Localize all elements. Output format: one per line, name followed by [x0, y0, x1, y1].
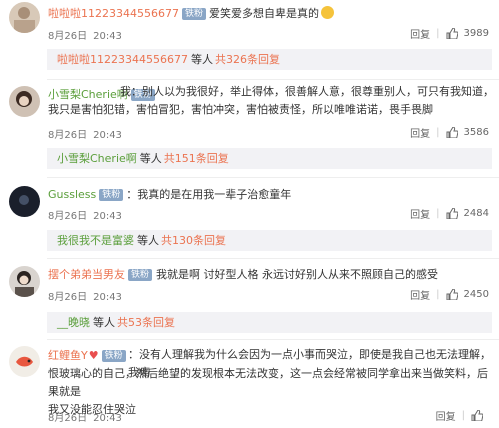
comment-date: 8月26日: [48, 211, 88, 222]
comment-date: 8月26日: [48, 292, 88, 303]
comment-2: 小雪梨Cherie啊 铁粉 我：别人以为我很好，举止得体，很善解人意，很尊重别人，…: [0, 82, 499, 177]
reply-button[interactable]: 回复: [436, 408, 456, 423]
reply-user[interactable]: 我很我不是富婆: [57, 234, 134, 247]
reply-button[interactable]: 回复: [410, 206, 430, 221]
username[interactable]: 小雪梨Cherie啊: [48, 88, 128, 101]
username[interactable]: 啦啦啦11223344556677: [48, 7, 179, 20]
thumbs-up-icon[interactable]: [471, 410, 483, 421]
reply-count-link[interactable]: 共326条回复: [215, 53, 280, 66]
comment-3: Gussless 铁粉 ：我真的是在用我一辈子治愈童年 8月26日 20:43 回复 |…: [0, 180, 499, 258]
avatar[interactable]: [9, 2, 40, 33]
comment-date: 8月26日: [48, 130, 88, 141]
reply-count-link[interactable]: 共130条回复: [161, 234, 226, 247]
fan-badge: 铁粉: [128, 269, 153, 281]
thumbs-up-icon[interactable]: [446, 28, 458, 39]
comment-time: 20:43: [93, 413, 122, 424]
reply-count-link[interactable]: 共151条回复: [164, 152, 229, 165]
divider: [47, 79, 499, 80]
reply-summary[interactable]: 小雪梨Cherie啊 等人 共151条回复: [47, 148, 492, 169]
comment-time: 20:43: [93, 130, 122, 141]
comment-text: ：我真的是在用我一辈子治愈童年: [126, 188, 292, 201]
like-count: 2450: [463, 289, 489, 300]
reply-summary[interactable]: 啦啦啦11223344556677 等人 共326条回复: [47, 49, 492, 70]
thumbs-up-icon[interactable]: [446, 289, 458, 300]
fan-badge: 铁粉: [99, 189, 124, 201]
avatar[interactable]: [9, 86, 40, 117]
comment-text-cont: 我只是害怕犯错，害怕冒犯，害怕冲突，害怕被责怪，所以唯唯诺诺，畏手畏脚: [48, 103, 433, 116]
avatar[interactable]: [9, 346, 40, 377]
reply-mid: 等人: [190, 53, 213, 66]
username[interactable]: 摆个弟弟当男友: [48, 268, 125, 281]
divider: [47, 258, 499, 259]
thumbs-up-icon[interactable]: [446, 127, 458, 138]
comment-date: 8月26日: [48, 31, 88, 42]
reply-user[interactable]: __晚晓: [57, 316, 90, 329]
fan-badge: 铁粉: [181, 8, 206, 20]
reply-button[interactable]: 回复: [410, 287, 430, 302]
comment-date: 8月26日: [48, 413, 88, 424]
reply-mid: 等人: [93, 316, 115, 329]
reply-summary[interactable]: 我很我不是富婆 等人 共130条回复: [47, 230, 492, 251]
comment-time: 20:43: [93, 292, 122, 303]
comment-time: 20:43: [93, 211, 122, 222]
reply-button[interactable]: 回复: [410, 26, 430, 41]
reply-count-link[interactable]: 共53条回复: [117, 316, 175, 329]
thinking-emoji-icon: [321, 6, 334, 19]
comment-time: 20:43: [93, 31, 122, 42]
reply-mid: 等人: [139, 152, 162, 165]
thumbs-up-icon[interactable]: [446, 208, 458, 219]
comment-1: 啦啦啦11223344556677 铁粉 爱笑爱多想自卑是真的 8月26日 20:43…: [0, 0, 499, 82]
fan-badge: 铁粉: [101, 350, 126, 362]
divider: [47, 339, 499, 340]
like-count: 3586: [463, 127, 489, 138]
reply-user[interactable]: 啦啦啦11223344556677: [57, 53, 188, 66]
reply-mid: 等人: [137, 234, 159, 247]
reply-user[interactable]: 小雪梨Cherie啊: [57, 152, 137, 165]
like-count: 3989: [463, 28, 489, 39]
avatar[interactable]: [9, 266, 40, 297]
username[interactable]: 红鲤鱼Y: [48, 349, 88, 362]
reply-button[interactable]: 回复: [410, 125, 430, 140]
comment-text: 我就是啊 讨好型人格 永远讨好别人从来不照顾自己的感受: [156, 268, 439, 281]
divider: [47, 177, 499, 178]
comment-4: 摆个弟弟当男友 铁粉 我就是啊 讨好型人格 永远讨好别人从来不照顾自己的感受 8月2…: [0, 260, 499, 340]
comment-text: 爱笑爱多想自卑是真的: [209, 7, 319, 20]
comment-text: 我：别人以为我很好，举止得体，很善解人意，很尊重别人，可只有我知道，: [120, 85, 494, 98]
username[interactable]: Gussless: [48, 188, 96, 201]
reply-summary[interactable]: __晚晓 等人 共53条回复: [47, 312, 492, 333]
avatar[interactable]: [9, 186, 40, 217]
comment-5: 红鲤鱼Y♥ 铁粉 ：没有人理解我为什么会因为一点小事而哭泣，即使是我自己也无法理解…: [0, 342, 499, 428]
like-count: 2484: [463, 208, 489, 219]
heart-emoji-icon: ♥: [88, 349, 99, 362]
